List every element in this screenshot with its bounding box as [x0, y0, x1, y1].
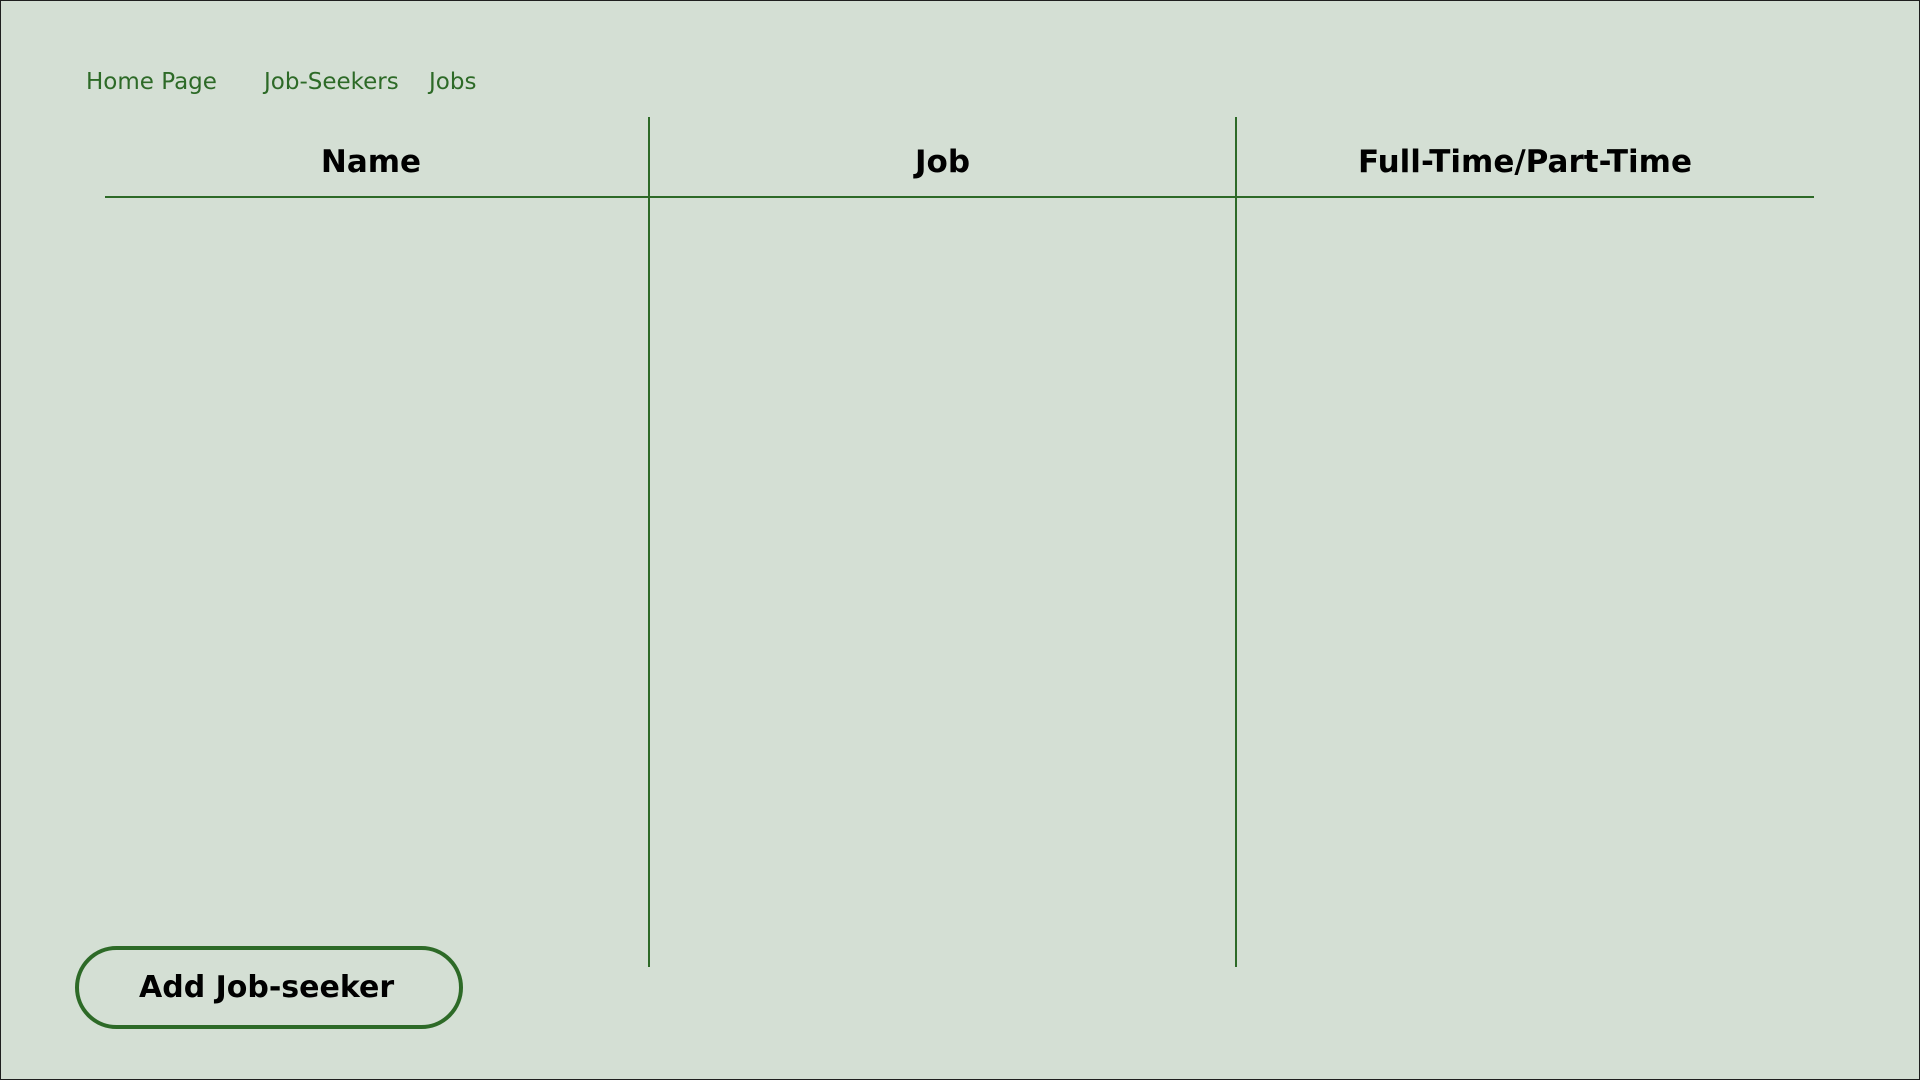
column-divider-2 — [1235, 117, 1237, 967]
top-nav: Home Page Job-Seekers Jobs — [0, 66, 1920, 98]
nav-link-home-page[interactable]: Home Page — [86, 66, 217, 98]
header-divider — [105, 196, 1814, 198]
column-header-job: Job — [914, 144, 971, 180]
nav-link-jobs[interactable]: Jobs — [429, 66, 476, 98]
column-header-employment-type: Full-Time/Part-Time — [1357, 144, 1692, 180]
add-job-seeker-button[interactable]: Add Job-seeker — [75, 946, 463, 1029]
column-divider-1 — [648, 117, 650, 967]
column-header-name: Name — [320, 144, 422, 180]
nav-link-job-seekers[interactable]: Job-Seekers — [264, 66, 399, 98]
